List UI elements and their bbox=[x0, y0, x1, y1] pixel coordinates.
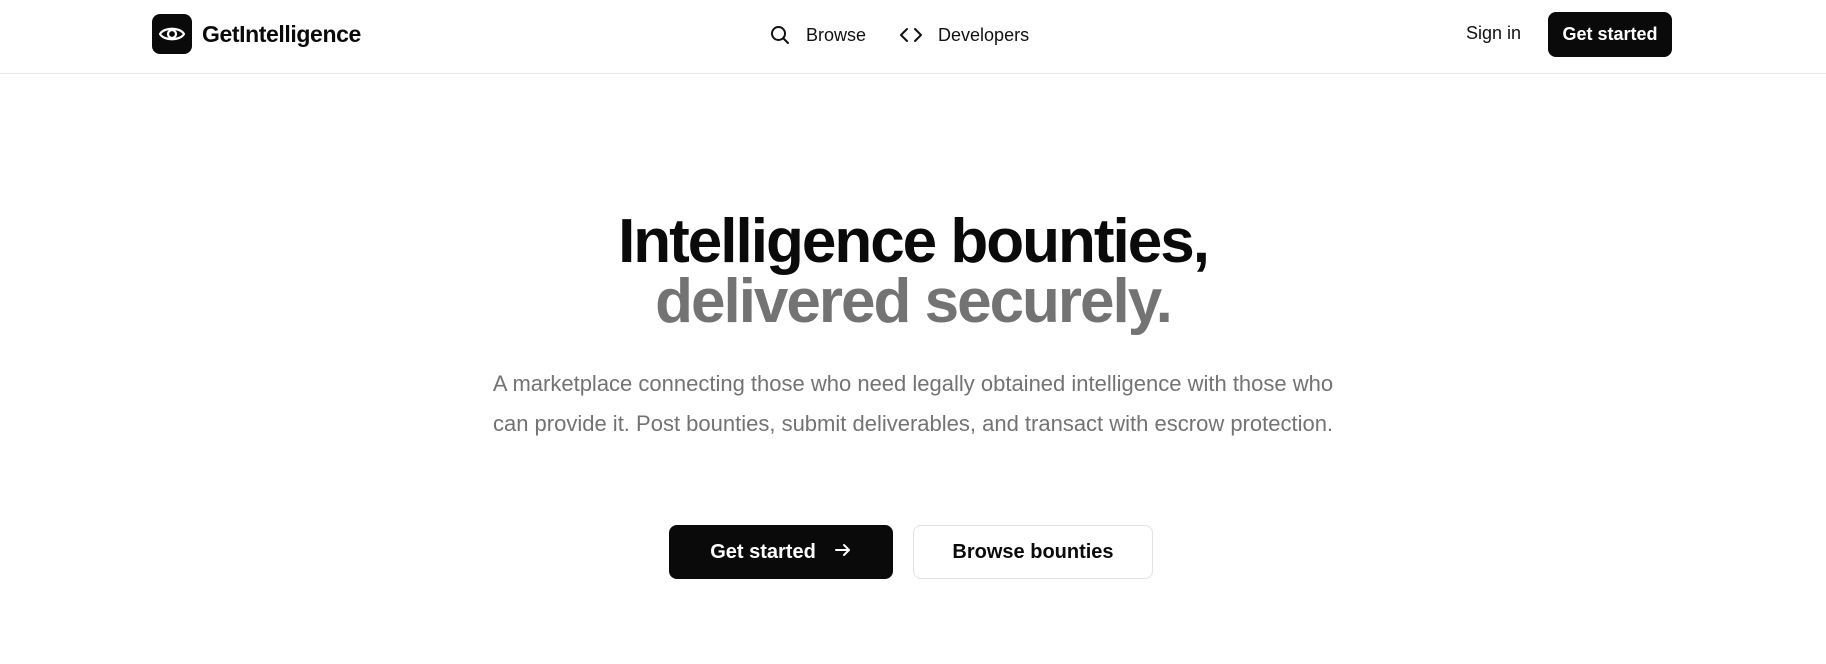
hero-title-line1: Intelligence bounties, bbox=[618, 207, 1210, 276]
hero-title: Intelligence bounties, delivered securel… bbox=[0, 207, 1826, 336]
nav-label-developers: Developers bbox=[938, 24, 1030, 45]
browse-bounties-button[interactable]: Browse bounties bbox=[913, 525, 1153, 579]
arrow-right-icon bbox=[834, 541, 852, 564]
nav-item-developers[interactable]: Developers bbox=[900, 25, 1029, 46]
main-nav: Browse Developers bbox=[770, 18, 1029, 52]
code-icon bbox=[900, 25, 923, 45]
top-nav-bar: GetIntelligence Browse Developers Sign i… bbox=[0, 0, 1826, 74]
search-icon bbox=[770, 25, 790, 45]
get-started-button-header[interactable]: Get started bbox=[1548, 12, 1672, 57]
hero-subtitle: A marketplace connecting those who need … bbox=[492, 371, 1334, 436]
hero-title-line2: delivered securely. bbox=[655, 267, 1173, 336]
nav-item-browse[interactable]: Browse bbox=[770, 25, 866, 46]
get-started-label: Get started bbox=[710, 540, 816, 563]
eye-icon bbox=[152, 14, 192, 54]
get-started-button[interactable]: Get started bbox=[669, 525, 893, 579]
brand-name: GetIntelligence bbox=[202, 20, 361, 47]
brand-home-link[interactable]: GetIntelligence bbox=[152, 14, 361, 54]
sign-in-link[interactable]: Sign in bbox=[1466, 23, 1521, 44]
nav-label-browse: Browse bbox=[806, 24, 867, 45]
hero-actions: Get started Browse bounties bbox=[669, 525, 1153, 579]
